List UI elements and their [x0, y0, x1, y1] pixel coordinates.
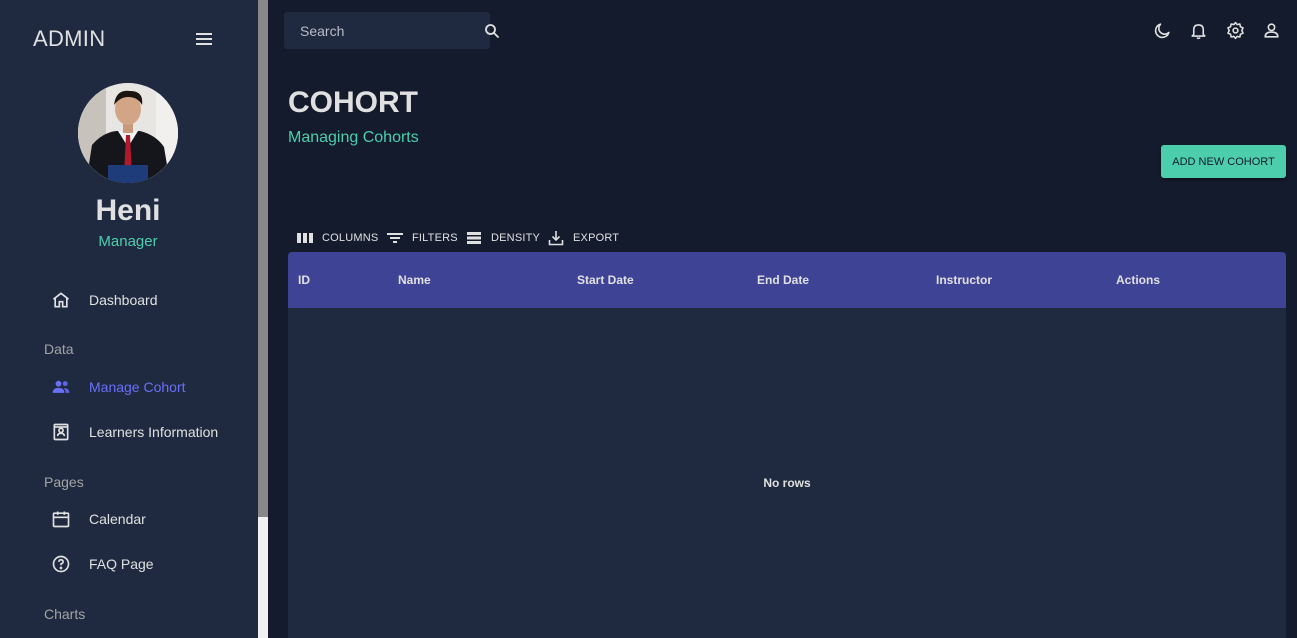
sidebar-item-label: Learners Information [89, 424, 219, 440]
brand-title: ADMIN [33, 26, 106, 51]
menu-toggle-button[interactable] [194, 29, 214, 49]
filter-icon [386, 229, 404, 247]
export-button[interactable]: EXPORT [547, 228, 619, 248]
user-role: Manager [98, 233, 158, 250]
columns-button[interactable]: COLUMNS [296, 228, 378, 248]
column-header-start-date[interactable]: Start Date [577, 273, 634, 287]
page-subtitle: Managing Cohorts [288, 129, 419, 146]
grid-header: ID Name Start Date End Date Instructor A… [288, 252, 1286, 308]
download-icon [547, 229, 565, 247]
empty-state-text: No rows [763, 476, 811, 490]
sidebar-item-calendar[interactable]: Calendar [50, 507, 146, 531]
add-new-cohort-button[interactable]: ADD NEW COHORT [1161, 145, 1286, 178]
calendar-icon [50, 508, 72, 530]
sidebar-scrollbar-thumb[interactable] [258, 0, 268, 517]
sidebar-item-dashboard[interactable]: Dashboard [50, 288, 158, 312]
user-name: Heni [95, 194, 161, 227]
sidebar-section-data: Data [44, 341, 74, 357]
hamburger-icon [196, 33, 212, 45]
search-box [284, 12, 499, 49]
sidebar-item-learners-information[interactable]: Learners Information [50, 420, 218, 444]
search-button[interactable] [483, 12, 501, 49]
home-icon [50, 289, 72, 311]
sidebar-item-label: FAQ Page [89, 556, 154, 572]
search-icon [485, 23, 499, 38]
sidebar: ADMIN Heni Manager Dashboard Data Manage… [0, 0, 258, 638]
notifications-icon[interactable] [1188, 20, 1208, 40]
sidebar-item-label: Manage Cohort [89, 379, 186, 395]
export-label: EXPORT [573, 232, 620, 244]
contact-card-icon [50, 421, 72, 443]
column-header-end-date[interactable]: End Date [757, 273, 809, 287]
people-icon [50, 376, 72, 398]
filters-button[interactable]: FILTERS [386, 228, 458, 248]
density-label: DENSITY [491, 232, 541, 244]
filters-label: FILTERS [412, 232, 458, 244]
sidebar-item-manage-cohort[interactable]: Manage Cohort [50, 375, 186, 399]
page-title: COHORT [288, 86, 418, 119]
sidebar-section-pages: Pages [44, 474, 84, 490]
sidebar-item-label: Dashboard [89, 292, 158, 308]
dark-mode-icon[interactable] [1152, 20, 1172, 40]
columns-icon [296, 229, 314, 247]
settings-icon[interactable] [1225, 20, 1245, 40]
sidebar-item-faq-page[interactable]: FAQ Page [50, 552, 154, 576]
profile-icon[interactable] [1261, 20, 1281, 40]
column-header-name[interactable]: Name [398, 273, 431, 287]
column-header-actions[interactable]: Actions [1116, 273, 1160, 287]
density-icon [465, 229, 483, 247]
column-header-instructor[interactable]: Instructor [936, 273, 992, 287]
search-input[interactable] [284, 12, 483, 49]
sidebar-item-label: Calendar [89, 511, 146, 527]
sidebar-scrollbar[interactable] [258, 0, 268, 638]
columns-label: COLUMNS [322, 232, 379, 244]
cohort-data-grid: ID Name Start Date End Date Instructor A… [288, 252, 1286, 638]
density-button[interactable]: DENSITY [465, 228, 540, 248]
avatar [78, 83, 178, 183]
help-circle-icon [50, 553, 72, 575]
column-header-id[interactable]: ID [298, 273, 310, 287]
sidebar-section-charts: Charts [44, 606, 86, 622]
